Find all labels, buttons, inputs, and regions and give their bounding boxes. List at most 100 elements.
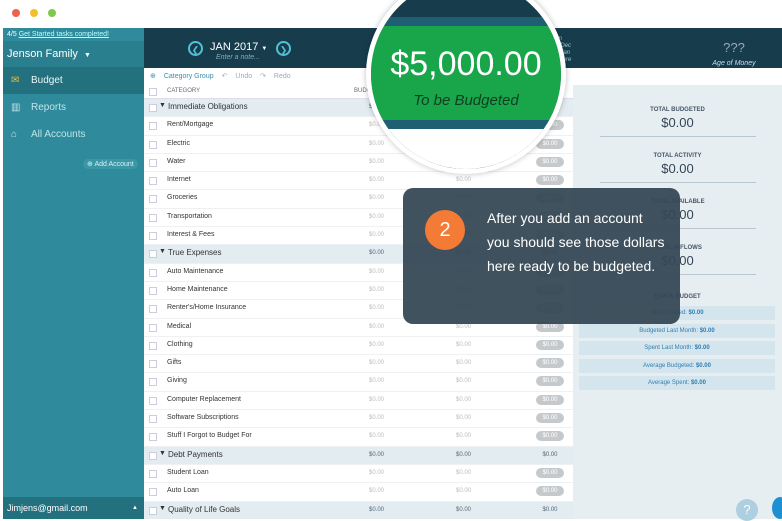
- row-checkbox[interactable]: [149, 195, 157, 204]
- minimize-window-button[interactable]: [30, 9, 38, 17]
- collapse-triangle-icon[interactable]: ▼: [159, 505, 166, 512]
- category-name[interactable]: Giving: [167, 377, 187, 384]
- month-note-input[interactable]: Enter a note...: [216, 54, 260, 61]
- category-name[interactable]: True Expenses: [168, 248, 222, 257]
- category-name[interactable]: Renter's/Home Insurance: [167, 304, 246, 311]
- collapse-triangle-icon[interactable]: ▼: [159, 450, 166, 457]
- category-row[interactable]: Giving $0.00 $0.00 $0.00: [144, 373, 573, 392]
- available-pill[interactable]: $0.00: [536, 358, 564, 369]
- category-name[interactable]: Transportation: [167, 213, 212, 220]
- row-checkbox[interactable]: [149, 177, 157, 186]
- row-checkbox[interactable]: [149, 268, 157, 277]
- row-checkbox[interactable]: [149, 488, 157, 497]
- available-pill[interactable]: $0.00: [536, 450, 564, 460]
- quick-budget-button[interactable]: Budgeted Last Month: $0.00: [579, 323, 775, 338]
- corner-widget[interactable]: [772, 497, 782, 519]
- activity-amount[interactable]: $0.00: [456, 433, 471, 439]
- activity-amount[interactable]: $0.00: [456, 378, 471, 384]
- activity-amount[interactable]: $0.00: [456, 342, 471, 348]
- category-row[interactable]: Software Subscriptions $0.00 $0.00 $0.00: [144, 410, 573, 429]
- redo-button[interactable]: ↷ Redo: [260, 73, 291, 80]
- available-pill[interactable]: $0.00: [536, 505, 564, 515]
- row-checkbox[interactable]: [149, 158, 157, 167]
- budgeted-amount[interactable]: $0.00: [369, 397, 384, 403]
- budgeted-amount[interactable]: $0.00: [369, 269, 384, 275]
- budgeted-amount[interactable]: $0.00: [369, 232, 384, 238]
- activity-amount[interactable]: $0.00: [456, 507, 471, 513]
- category-name[interactable]: Quality of Life Goals: [168, 505, 240, 514]
- get-started-link[interactable]: Get Started tasks completed!: [19, 31, 109, 38]
- category-name[interactable]: Immediate Obligations: [168, 102, 248, 111]
- previous-month-button[interactable]: ❮: [188, 41, 203, 56]
- category-name[interactable]: Auto Loan: [167, 487, 199, 494]
- row-checkbox[interactable]: [149, 378, 157, 387]
- row-checkbox[interactable]: [149, 232, 157, 241]
- category-row[interactable]: Auto Loan $0.00 $0.00 $0.00: [144, 483, 573, 502]
- zoom-window-button[interactable]: [48, 9, 56, 17]
- available-pill[interactable]: $0.00: [536, 431, 564, 442]
- activity-amount[interactable]: $0.00: [456, 452, 471, 458]
- row-checkbox[interactable]: [149, 250, 157, 259]
- budgeted-amount[interactable]: $0.00: [369, 433, 384, 439]
- row-checkbox[interactable]: [149, 360, 157, 369]
- row-checkbox[interactable]: [149, 286, 157, 295]
- activity-amount[interactable]: $0.00: [456, 177, 471, 183]
- available-pill[interactable]: $0.00: [536, 467, 564, 478]
- category-name[interactable]: Rent/Mortgage: [167, 121, 213, 128]
- budgeted-amount[interactable]: $0.00: [369, 470, 384, 476]
- budgeted-amount[interactable]: $0.00: [369, 177, 384, 183]
- budgeted-amount[interactable]: $0.00: [369, 507, 384, 513]
- budgeted-amount[interactable]: $0.00: [369, 287, 384, 293]
- collapse-triangle-icon[interactable]: ▼: [159, 248, 166, 255]
- category-row[interactable]: Computer Replacement $0.00 $0.00 $0.00: [144, 392, 573, 411]
- row-checkbox[interactable]: [149, 396, 157, 405]
- category-row[interactable]: Gifts $0.00 $0.00 $0.00: [144, 355, 573, 374]
- activity-amount[interactable]: $0.00: [456, 488, 471, 494]
- category-name[interactable]: Computer Replacement: [167, 396, 241, 403]
- row-checkbox[interactable]: [149, 469, 157, 478]
- available-pill[interactable]: $0.00: [536, 413, 564, 424]
- help-button[interactable]: ?: [736, 499, 758, 521]
- month-selector[interactable]: JAN 2017 ▼: [210, 41, 267, 53]
- category-name[interactable]: Internet: [167, 176, 191, 183]
- quick-budget-button[interactable]: Average Budgeted: $0.00: [579, 358, 775, 373]
- category-name[interactable]: Medical: [167, 323, 191, 330]
- activity-amount[interactable]: $0.00: [456, 470, 471, 476]
- row-checkbox[interactable]: [149, 451, 157, 460]
- user-menu[interactable]: Jimjens@gmail.com ▲: [3, 497, 144, 519]
- category-name[interactable]: Home Maintenance: [167, 286, 228, 293]
- quick-budget-button[interactable]: Average Spent: $0.00: [579, 376, 775, 390]
- category-name[interactable]: Gifts: [167, 359, 181, 366]
- category-name[interactable]: Software Subscriptions: [167, 414, 239, 421]
- activity-amount[interactable]: $0.00: [456, 360, 471, 366]
- row-checkbox[interactable]: [149, 140, 157, 149]
- row-checkbox[interactable]: [149, 305, 157, 314]
- budgeted-amount[interactable]: $0.00: [369, 195, 384, 201]
- get-started-progress[interactable]: 4/5 Get Started tasks completed!: [3, 28, 144, 41]
- select-all-checkbox[interactable]: [149, 88, 157, 96]
- budgeted-amount[interactable]: $0.00: [369, 305, 384, 311]
- budget-name-menu[interactable]: Jenson Family ▼: [3, 41, 144, 67]
- budgeted-amount[interactable]: $0.00: [369, 214, 384, 220]
- budgeted-amount[interactable]: $0.00: [369, 488, 384, 494]
- sidebar-item-reports[interactable]: ▥ Reports: [3, 94, 144, 121]
- category-group-row[interactable]: ▼ Debt Payments $0.00 $0.00 $0.00: [144, 446, 573, 465]
- row-checkbox[interactable]: [149, 433, 157, 442]
- collapse-triangle-icon[interactable]: ▼: [159, 102, 166, 109]
- category-name[interactable]: Student Loan: [167, 469, 209, 476]
- category-name[interactable]: Debt Payments: [168, 450, 223, 459]
- row-checkbox[interactable]: [149, 104, 157, 112]
- row-checkbox[interactable]: [149, 122, 157, 131]
- budgeted-amount[interactable]: $0.00: [369, 250, 384, 256]
- budgeted-amount[interactable]: $0.00: [369, 452, 384, 458]
- category-name[interactable]: Electric: [167, 140, 190, 147]
- category-name[interactable]: Interest & Fees: [167, 231, 214, 238]
- activity-amount[interactable]: $0.00: [456, 397, 471, 403]
- category-group-row[interactable]: ▼ Quality of Life Goals $0.00 $0.00 $0.00: [144, 501, 573, 519]
- available-pill[interactable]: $0.00: [536, 486, 564, 497]
- category-row[interactable]: Stuff I Forgot to Budget For $0.00 $0.00 $0…: [144, 428, 573, 447]
- undo-button[interactable]: ↶ Undo: [222, 73, 253, 80]
- category-row[interactable]: Student Loan $0.00 $0.00 $0.00: [144, 465, 573, 484]
- category-name[interactable]: Auto Maintenance: [167, 268, 223, 275]
- budgeted-amount[interactable]: $0.00: [369, 342, 384, 348]
